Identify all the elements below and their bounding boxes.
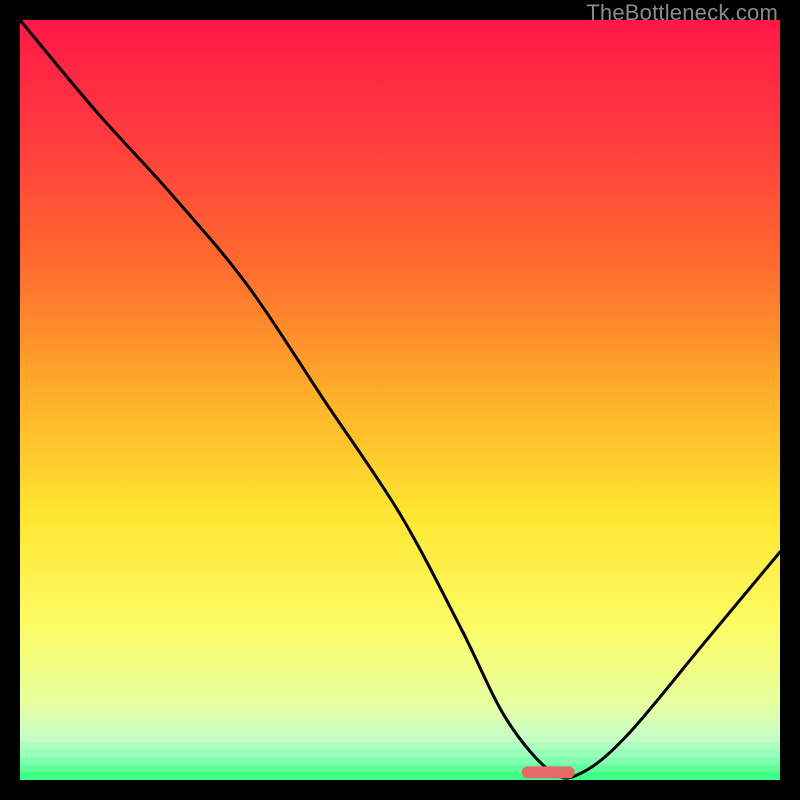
optimal-marker bbox=[522, 766, 575, 778]
watermark-text: TheBottleneck.com bbox=[586, 0, 778, 26]
color-banding bbox=[20, 613, 780, 780]
chart-frame bbox=[20, 20, 780, 780]
chart-svg bbox=[20, 20, 780, 780]
